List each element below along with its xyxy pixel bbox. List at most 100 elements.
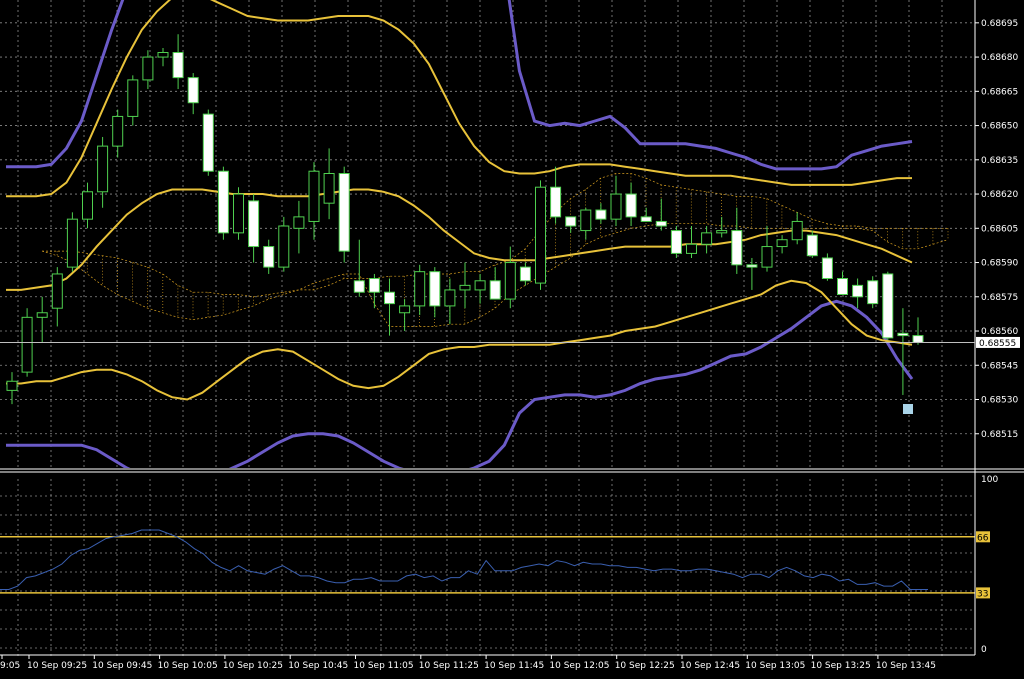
candle-body-up <box>323 173 335 204</box>
candle-body-up <box>66 218 78 268</box>
candle-body-down <box>882 273 894 339</box>
candle-body-up <box>157 52 169 58</box>
time-tick-label: 10 Sep 13:05 <box>745 661 805 671</box>
candle-body-down <box>821 257 833 280</box>
candle[interactable] <box>806 230 818 258</box>
time-tick-label: 10 Sep 10:45 <box>288 661 348 671</box>
candle-body-down <box>338 173 350 252</box>
candle-body-down <box>550 186 562 218</box>
candle-body-up <box>414 271 426 307</box>
candle-body-down <box>852 284 864 298</box>
candle[interactable] <box>821 253 833 281</box>
candle-body-down <box>202 113 214 172</box>
price-tick-label: 0.68590 <box>981 259 1018 269</box>
candle-body-down <box>384 291 395 305</box>
time-tick-label: 10 Sep 11:25 <box>419 661 479 671</box>
candle-body-down <box>746 264 758 268</box>
candle-body-up <box>535 186 546 284</box>
candle-body-down <box>263 246 275 268</box>
candle-body-down <box>429 271 441 307</box>
candle-body-down <box>897 332 909 337</box>
candle-body-down <box>655 220 667 227</box>
candle-body-up <box>791 220 803 241</box>
candle-body-up <box>97 145 109 193</box>
time-tick-label: 10 Sep 12:45 <box>680 661 740 671</box>
price-tick-label: 0.68575 <box>981 293 1018 303</box>
price-tick-label: 0.68650 <box>981 122 1018 132</box>
candle-body-down <box>519 266 531 282</box>
price-tick-label: 0.68515 <box>981 430 1018 440</box>
candle-body-down <box>353 280 365 293</box>
candle-body-up <box>716 230 728 234</box>
candle-body-down <box>670 230 682 254</box>
price-tick-label: 0.68665 <box>981 87 1018 97</box>
candle-body-up <box>82 191 93 220</box>
current-price-label: 0.68555 <box>979 339 1016 349</box>
candle-body-down <box>565 216 577 227</box>
candle-body-up <box>761 246 773 268</box>
candle[interactable] <box>202 109 214 176</box>
candle-body-down <box>640 216 652 222</box>
candle-body-up <box>686 243 697 254</box>
time-tick-label: 10 Sep 12:25 <box>615 661 675 671</box>
price-tick-label: 0.68635 <box>981 156 1018 166</box>
alert-marker[interactable] <box>903 404 913 414</box>
candle-body-up <box>474 280 486 291</box>
candle[interactable] <box>535 180 546 290</box>
candle-body-down <box>806 234 818 257</box>
candle-body-down <box>489 280 501 300</box>
candle-body-up <box>142 56 154 81</box>
candle-body-up <box>278 225 290 268</box>
candle-body-up <box>36 312 48 318</box>
candle-body-up <box>51 273 63 309</box>
price-tick-label: 0.68680 <box>981 53 1018 63</box>
price-tick-label: 0.68620 <box>981 190 1018 200</box>
price-tick-label: 0.68545 <box>981 361 1018 371</box>
candle-body-up <box>580 209 592 232</box>
candle[interactable] <box>338 166 350 263</box>
candle[interactable] <box>882 271 894 341</box>
time-tick-label: 9:05 <box>0 661 20 671</box>
candle[interactable] <box>217 166 229 240</box>
price-tick-label: 0.68695 <box>981 19 1018 29</box>
price-tick-label: 0.68560 <box>981 327 1018 337</box>
candle-body-up <box>293 216 305 229</box>
candle-body-up <box>444 289 456 307</box>
osc-level-33-label: 33 <box>977 589 988 599</box>
candle-body-up <box>233 193 244 234</box>
candle-body-down <box>368 278 380 293</box>
time-tick-label: 10 Sep 10:25 <box>223 661 283 671</box>
candle-body-up <box>127 79 139 117</box>
candle-body-down <box>867 280 879 305</box>
candle-body-down <box>625 193 637 218</box>
time-tick-label: 10 Sep 13:45 <box>876 661 936 671</box>
time-tick-label: 10 Sep 13:25 <box>811 661 871 671</box>
candle-body-up <box>21 316 33 373</box>
candle-body-down <box>595 209 607 220</box>
candle-body-up <box>112 115 124 147</box>
candle[interactable] <box>867 276 879 309</box>
time-tick-label: 10 Sep 11:45 <box>484 661 544 671</box>
candle-body-up <box>308 170 320 222</box>
trading-chart[interactable]: 0.68695 0.68680 0.68665 0.68650 0.68635 0.686… <box>0 0 1024 679</box>
candle[interactable] <box>670 226 682 258</box>
candle[interactable] <box>66 212 78 272</box>
time-tick-label: 10 Sep 11:05 <box>354 661 414 671</box>
time-tick-label: 10 Sep 09:25 <box>27 661 87 671</box>
osc-tick-label: 100 <box>981 475 998 485</box>
candle[interactable] <box>233 187 244 240</box>
candle-body-down <box>217 170 229 234</box>
time-tick-label: 10 Sep 12:05 <box>549 661 609 671</box>
osc-level-66-tag: 66 <box>976 531 990 543</box>
candle-body-down <box>248 200 260 248</box>
candle-body-up <box>701 232 713 245</box>
time-tick-label: 10 Sep 09:45 <box>92 661 152 671</box>
price-tick-label: 0.68530 <box>981 396 1018 406</box>
osc-level-66-label: 66 <box>977 533 989 543</box>
candle-body-down <box>172 52 184 79</box>
osc-tick-label: 0 <box>981 645 987 655</box>
candle-body-up <box>504 262 516 300</box>
candle-body-down <box>837 278 848 295</box>
candle-body-up <box>399 305 411 314</box>
price-tick-label: 0.68605 <box>981 224 1018 234</box>
